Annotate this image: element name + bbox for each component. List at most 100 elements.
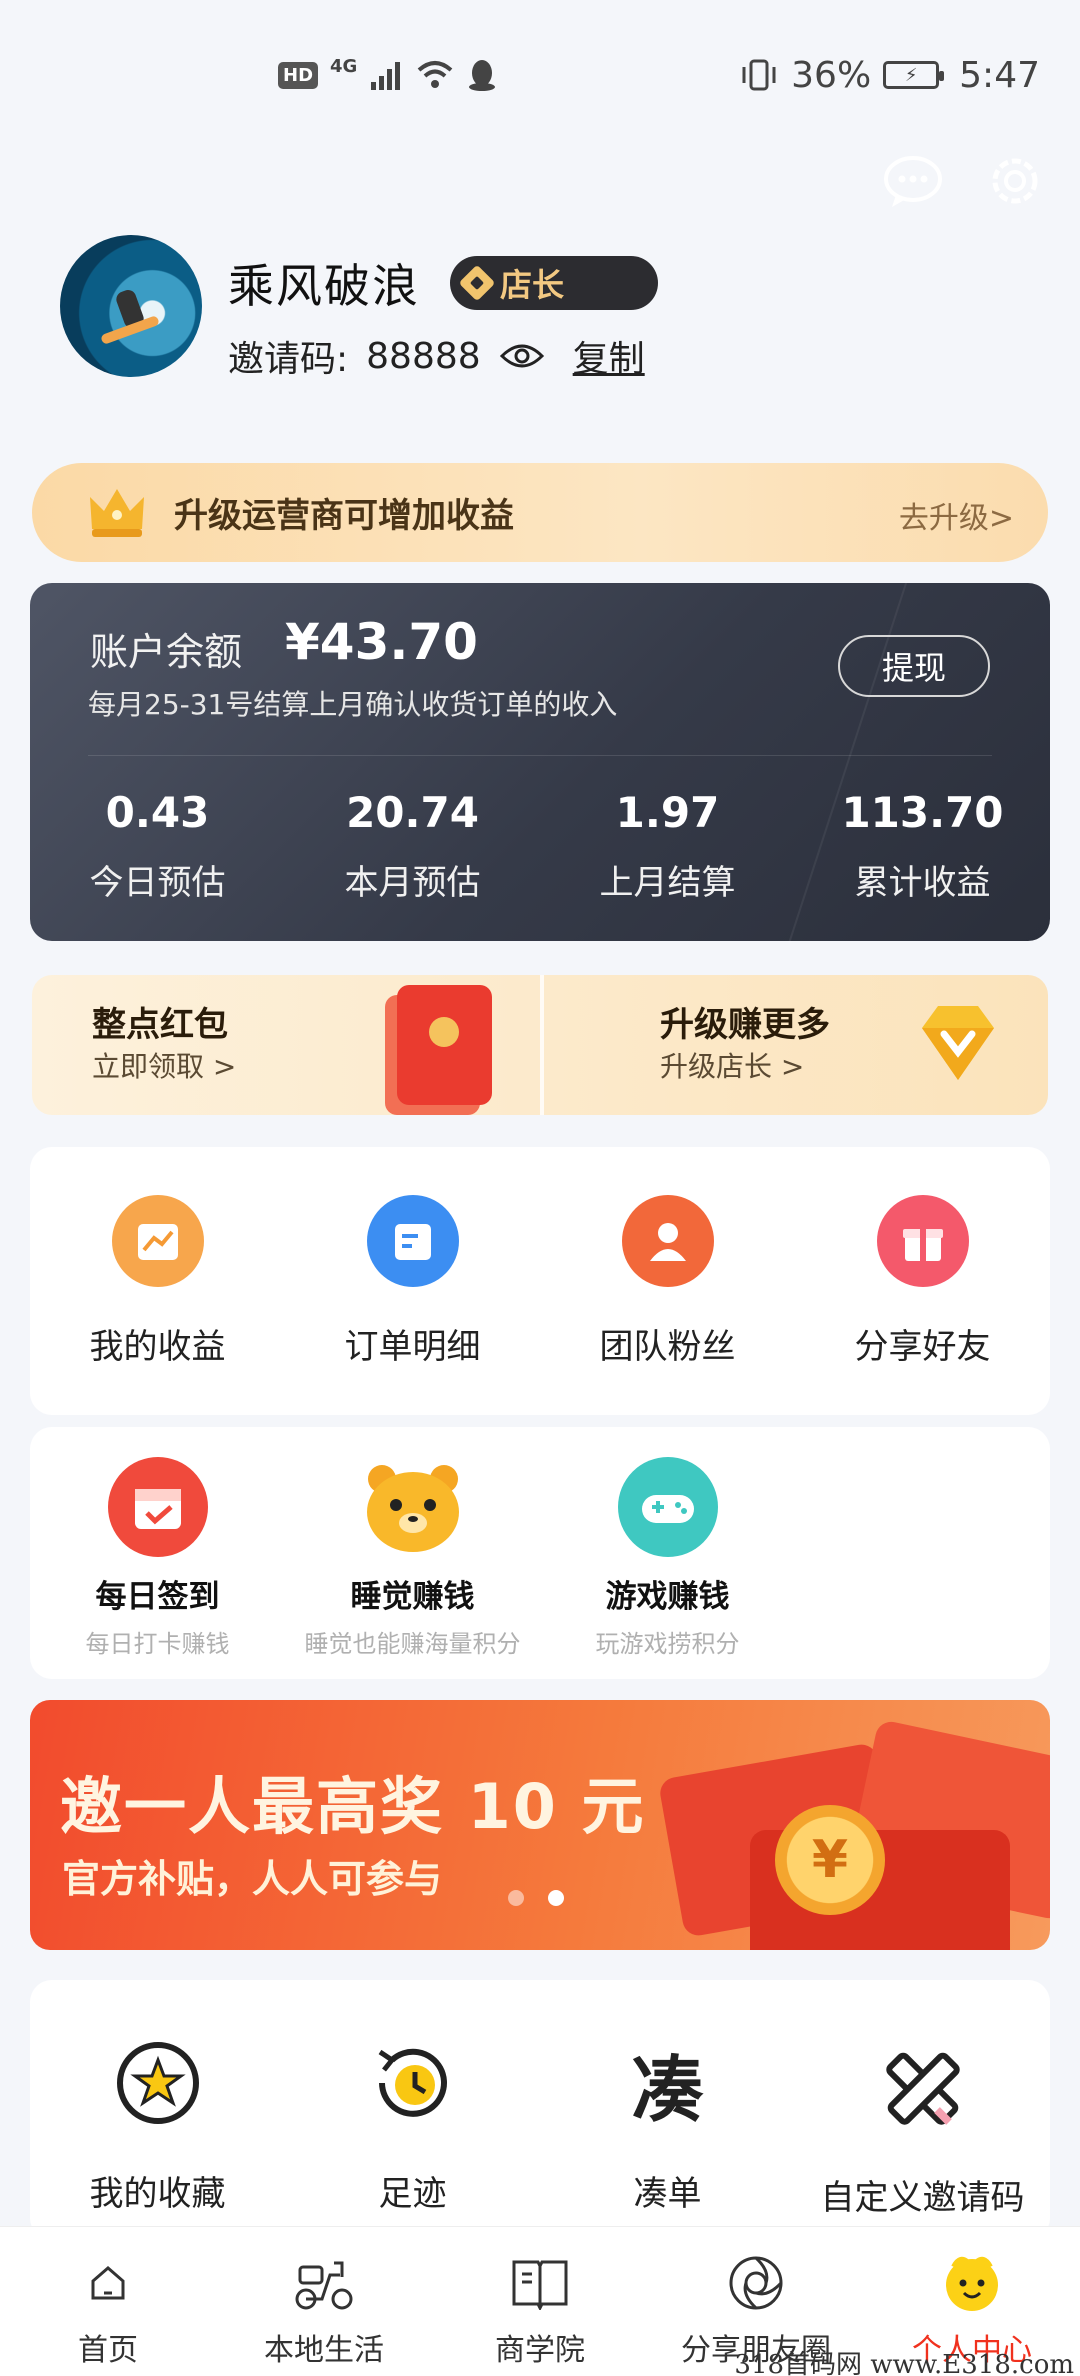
book-icon [508, 2251, 572, 2315]
tool-footprints[interactable]: 足迹 [285, 2040, 540, 2254]
task-sleep-earn[interactable]: 睡觉赚钱 睡觉也能赚海量积分 [285, 1457, 540, 1659]
chat-bubble-icon[interactable] [882, 150, 944, 212]
stat-value: 113.70 [841, 788, 1004, 837]
task-sub: 玩游戏捞积分 [595, 1630, 740, 1658]
nav-local-life[interactable]: 本地生活 [216, 2227, 432, 2376]
gear-icon[interactable] [984, 150, 1046, 212]
task-daily-checkin[interactable]: 每日签到 每日打卡赚钱 [30, 1457, 285, 1659]
moments-icon [724, 2251, 788, 2315]
tool-label: 凑单 [633, 2174, 702, 2214]
invite-banner-title: 邀一人最高奖 10 元 [60, 1770, 646, 1843]
carousel-dot[interactable] [508, 1890, 524, 1906]
invite-code-row: 邀请码: 88888 复制 [228, 330, 645, 382]
divider [88, 755, 992, 756]
team-user-icon [621, 1195, 714, 1287]
diamond-icon [458, 264, 496, 302]
star-icon [115, 2040, 201, 2126]
stat-label: 今日预估 [89, 863, 226, 903]
yuan-coin-icon: ¥ [775, 1805, 885, 1915]
balance-amount: ¥43.70 [285, 613, 478, 671]
tool-combine-order[interactable]: 凑 凑单 凑单满减神器 [540, 2040, 795, 2254]
balance-card: 账户余额 ¥43.70 每月25-31号结算上月确认收货订单的收入 提现 0.4… [30, 583, 1050, 941]
order-list-icon [366, 1195, 459, 1287]
role-text: 店长 [500, 266, 565, 304]
battery-icon: ⚡ [883, 61, 945, 89]
carousel-dot-active[interactable] [548, 1890, 564, 1906]
task-sub: 睡觉也能赚海量积分 [304, 1630, 521, 1658]
tools-card: 我的收藏 足迹 凑 凑单 凑单满减神器 自定义邀请码 [30, 1980, 1050, 2253]
menu-order-detail[interactable]: 订单明细 [285, 1195, 540, 1368]
nav-label: 首页 [78, 2333, 138, 2368]
gift-icon [876, 1195, 969, 1287]
promo-title: 整点红包 [92, 1005, 228, 1045]
invite-code-value: 88888 [366, 335, 481, 377]
scooter-icon [292, 2251, 356, 2315]
menu-team-fans[interactable]: 团队粉丝 [540, 1195, 795, 1368]
pencil-ruler-icon [875, 2040, 971, 2136]
hd-badge: HD [278, 61, 319, 89]
watermark: 318首码网 www.E318.com [734, 2350, 1074, 2376]
battery-percent: 36% [791, 54, 872, 96]
stat-value: 1.97 [615, 788, 720, 837]
menu-share-friends[interactable]: 分享好友 [795, 1195, 1050, 1368]
stat-value: 20.74 [346, 788, 479, 837]
stat-total[interactable]: 113.70 累计收益 [795, 788, 1050, 904]
tool-label: 自定义邀请码 [820, 2178, 1025, 2218]
clock-time: 5:47 [959, 54, 1040, 96]
task-sub: 每日打卡赚钱 [85, 1630, 230, 1658]
promo-strip: 整点红包 立即领取 > 升级赚更多 升级店长 > [32, 975, 1048, 1115]
status-left: HD 4G [278, 55, 497, 95]
stat-today[interactable]: 0.43 今日预估 [30, 788, 285, 904]
stat-label: 上月结算 [599, 863, 736, 903]
eye-icon[interactable] [499, 341, 545, 371]
promo-red-packet[interactable]: 整点红包 立即领取 > [32, 975, 540, 1115]
upgrade-banner[interactable]: 升级运营商可增加收益 去升级> [32, 463, 1048, 562]
menu-my-earnings[interactable]: 我的收益 [30, 1195, 285, 1368]
gem-icon [922, 1006, 994, 1080]
stat-label: 本月预估 [344, 863, 481, 903]
stat-label: 累计收益 [854, 863, 991, 903]
invite-banner[interactable]: ¥ 邀一人最高奖 10 元 官方补贴，人人可参与 [30, 1700, 1050, 1950]
tool-favorites[interactable]: 我的收藏 [30, 2040, 285, 2254]
tool-custom-invite-code[interactable]: 自定义邀请码 [795, 2040, 1050, 2254]
avatar[interactable] [60, 235, 202, 377]
nav-home[interactable]: 首页 [0, 2227, 216, 2376]
earnings-stats: 0.43 今日预估 20.74 本月预估 1.97 上月结算 113.70 累计… [30, 788, 1050, 904]
header-actions [882, 150, 1046, 212]
home-icon [76, 2251, 140, 2315]
tool-label: 我的收藏 [89, 2174, 226, 2214]
promo-sub: 升级店长 > [660, 1050, 805, 1083]
nav-business-school[interactable]: 商学院 [432, 2227, 648, 2376]
role-badge: 店长 [450, 256, 658, 310]
nav-label: 本地生活 [264, 2333, 384, 2368]
balance-label: 账户余额 [90, 630, 243, 674]
task-game-earn[interactable]: 游戏赚钱 玩游戏捞积分 [540, 1457, 795, 1659]
quick-menu-card: 我的收益 订单明细 团队粉丝 分享好友 [30, 1147, 1050, 1415]
red-envelope-icon [397, 985, 492, 1105]
menu-label: 分享好友 [854, 1327, 991, 1367]
withdraw-button[interactable]: 提现 [838, 635, 990, 697]
status-bar: HD 4G 36% ⚡ 5:47 [0, 0, 1080, 130]
promo-title: 升级赚更多 [660, 1005, 830, 1045]
promo-sub: 立即领取 > [92, 1050, 237, 1083]
smiley-face-icon [940, 2251, 1004, 2315]
calendar-check-icon [107, 1457, 208, 1557]
upgrade-link[interactable]: 去升级> [899, 493, 1014, 537]
earnings-chart-icon [111, 1195, 204, 1287]
stat-last-month[interactable]: 1.97 上月结算 [540, 788, 795, 904]
gamepad-icon [617, 1457, 718, 1557]
tasks-card: 每日签到 每日打卡赚钱 睡觉赚钱 睡觉也能赚海量积分 游戏赚钱 玩游戏捞积分 [30, 1427, 1050, 1679]
bear-icon [358, 1457, 468, 1557]
user-nickname: 乘风破浪 [228, 259, 420, 313]
copy-button[interactable]: 复制 [573, 330, 645, 382]
balance-note: 每月25-31号结算上月确认收货订单的收入 [88, 688, 618, 721]
task-title: 睡觉赚钱 [350, 1579, 475, 1615]
invite-code-label: 邀请码: [228, 339, 349, 380]
stat-month[interactable]: 20.74 本月预估 [285, 788, 540, 904]
task-title: 游戏赚钱 [605, 1579, 730, 1615]
task-title: 每日签到 [95, 1579, 220, 1615]
menu-label: 团队粉丝 [599, 1327, 736, 1367]
menu-label: 订单明细 [344, 1327, 481, 1367]
cou-char-icon: 凑 [631, 2047, 704, 2132]
wifi-icon [418, 61, 453, 88]
